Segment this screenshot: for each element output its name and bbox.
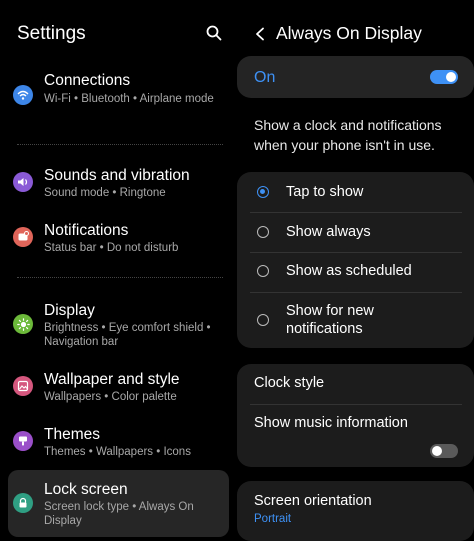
brightness-icon <box>13 314 33 334</box>
music-info-toggle[interactable] <box>430 444 458 458</box>
settings-item-notifications[interactable]: Notifications Status bar • Do not distur… <box>0 220 237 258</box>
settings-item-lock-screen[interactable]: Lock screen Screen lock type • Always On… <box>0 479 237 531</box>
screen-orientation-card[interactable]: Screen orientation Portrait <box>237 481 474 541</box>
themes-icon <box>13 431 33 451</box>
option-tap-to-show[interactable]: Tap to show <box>237 182 474 204</box>
radio-button[interactable] <box>257 314 269 326</box>
settings-item-subtitle: Status bar • Do not disturb <box>44 242 179 254</box>
separator <box>250 252 462 253</box>
settings-item-subtitle: Screen lock type • Always On Display <box>44 501 194 527</box>
toggle-knob <box>432 446 442 456</box>
option-label: Tap to show <box>286 184 364 200</box>
volume-icon <box>13 172 33 192</box>
settings-item-connections[interactable]: Connections Wi-Fi • Bluetooth • Airplane… <box>0 70 237 122</box>
display-mode-card: Tap to show Show always Show as schedule… <box>237 172 474 348</box>
settings-panel: Settings Connections Wi-Fi • Bluetooth •… <box>0 0 237 537</box>
settings-item-subtitle: Wi-Fi • Bluetooth • Airplane mode <box>44 93 214 105</box>
settings-item-subtitle: Themes • Wallpapers • Icons <box>44 446 191 458</box>
divider <box>17 144 223 145</box>
music-info-label[interactable]: Show music information <box>254 415 408 431</box>
option-show-as-scheduled[interactable]: Show as scheduled <box>237 261 474 283</box>
separator <box>250 212 462 213</box>
aod-panel: Always On Display On Show a clock and no… <box>237 0 474 541</box>
settings-item-title: Display <box>44 302 95 319</box>
settings-item-title: Themes <box>44 426 100 443</box>
clock-style-item[interactable]: Clock style <box>254 375 324 391</box>
lock-icon <box>13 493 33 513</box>
settings-item-subtitle: Brightness • Eye comfort shield • Naviga… <box>44 322 211 348</box>
radio-button-selected[interactable] <box>257 186 269 198</box>
page-title: Always On Display <box>276 23 422 43</box>
divider <box>17 277 223 278</box>
option-label: Show for new notifications <box>286 303 374 337</box>
master-toggle[interactable] <box>430 70 458 84</box>
option-label: Show always <box>286 224 371 240</box>
settings-item-title: Wallpaper and style <box>44 371 180 388</box>
description-text: Show a clock and notifications when your… <box>254 117 442 153</box>
search-icon[interactable] <box>205 24 223 42</box>
settings-item-title: Connections <box>44 72 131 89</box>
settings-item-themes[interactable]: Themes Themes • Wallpapers • Icons <box>0 424 237 462</box>
radio-button[interactable] <box>257 226 269 238</box>
separator <box>250 292 462 293</box>
option-show-for-new-notifications[interactable]: Show for new notifications <box>237 301 474 341</box>
settings-item-title: Lock screen <box>44 481 128 498</box>
radio-button[interactable] <box>257 265 269 277</box>
option-show-always[interactable]: Show always <box>237 222 474 244</box>
master-switch-card[interactable]: On <box>237 56 474 98</box>
wallpaper-icon <box>13 376 33 396</box>
settings-item-subtitle: Sound mode • Ringtone <box>44 187 166 199</box>
settings-item-title: Sounds and vibration <box>44 167 190 184</box>
separator <box>250 404 462 405</box>
back-arrow-icon[interactable] <box>254 27 266 41</box>
settings-item-title: Notifications <box>44 222 129 239</box>
notification-icon <box>13 227 33 247</box>
screen-orientation-value: Portrait <box>254 513 292 525</box>
wifi-icon <box>13 85 33 105</box>
settings-item-sounds[interactable]: Sounds and vibration Sound mode • Ringto… <box>0 165 237 203</box>
master-switch-label: On <box>254 69 276 86</box>
settings-item-display[interactable]: Display Brightness • Eye comfort shield … <box>0 300 237 352</box>
settings-item-wallpaper[interactable]: Wallpaper and style Wallpapers • Color p… <box>0 369 237 407</box>
clock-settings-card: Clock style Show music information <box>237 364 474 467</box>
settings-title: Settings <box>17 23 86 44</box>
screen-orientation-label: Screen orientation <box>254 493 372 509</box>
toggle-knob <box>446 72 456 82</box>
option-label: Show as scheduled <box>286 263 412 279</box>
settings-item-subtitle: Wallpapers • Color palette <box>44 391 177 403</box>
